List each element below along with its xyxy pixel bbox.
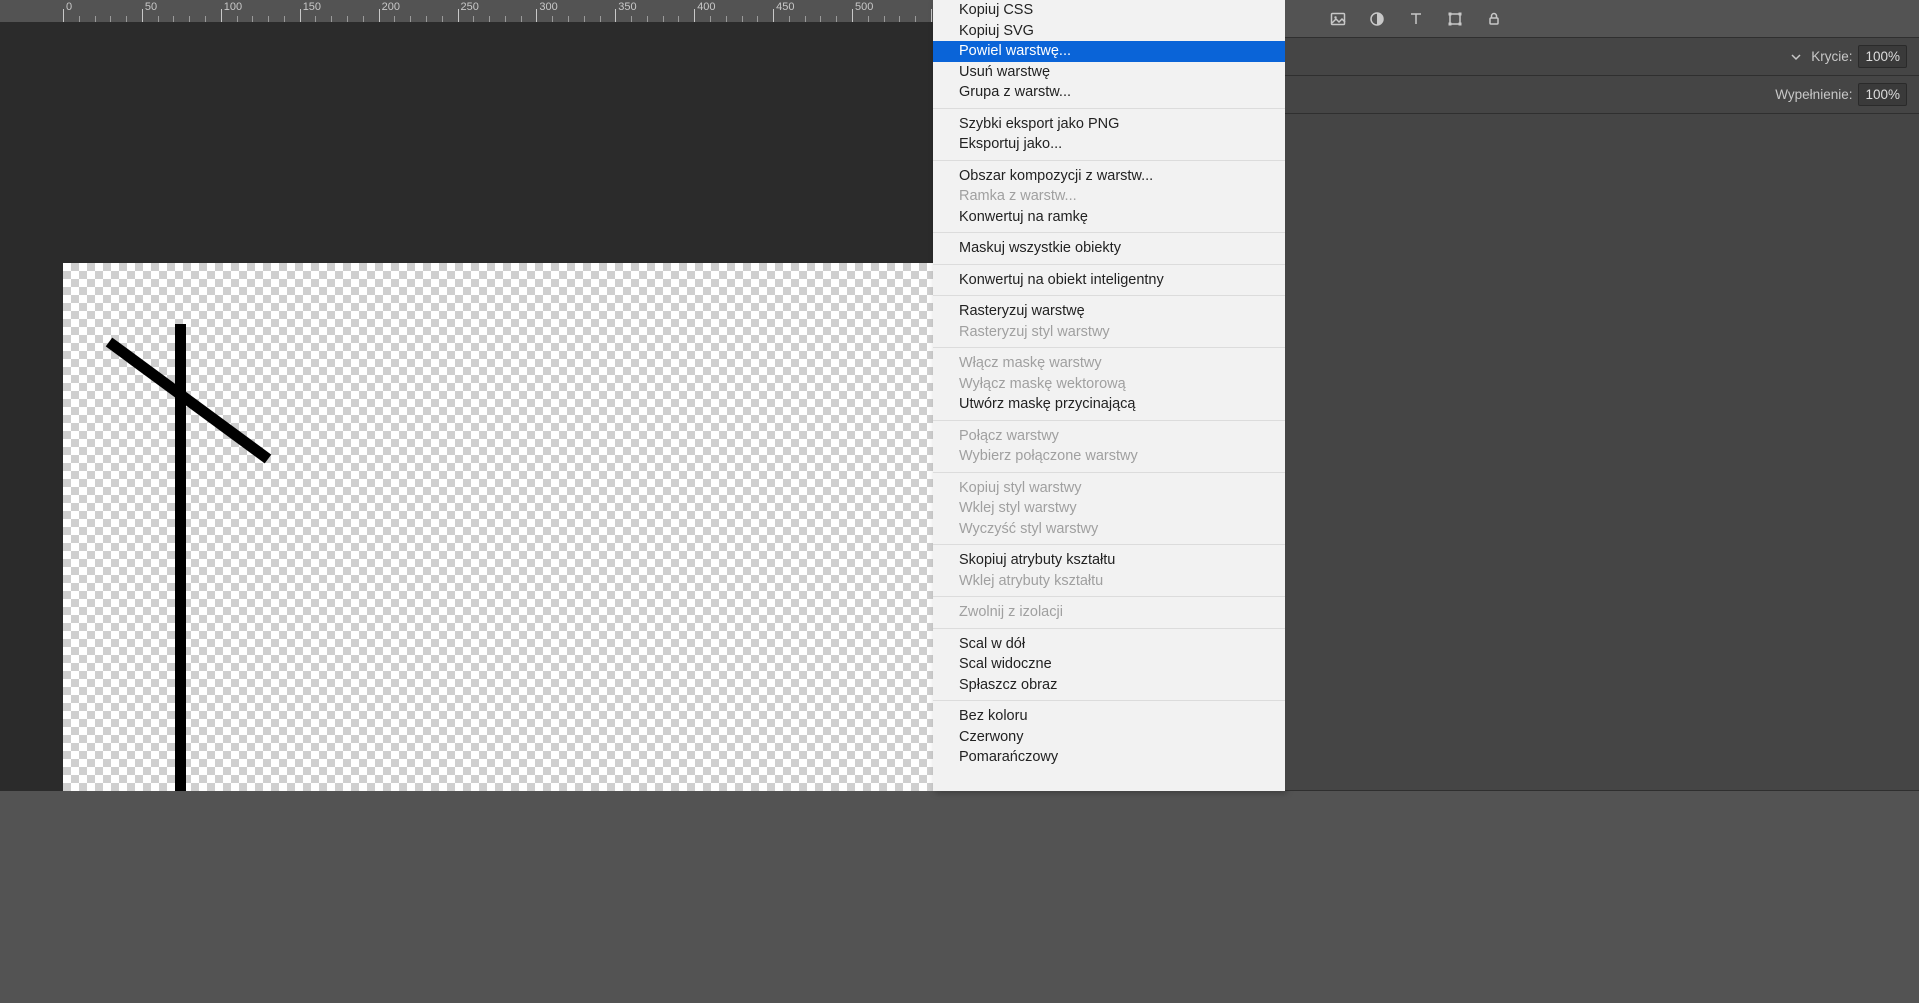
menu-separator [933, 420, 1285, 421]
layer-context-menu[interactable]: Kopiuj CSSKopiuj SVGPowiel warstwę...Usu… [933, 0, 1285, 791]
ruler-major-tick [379, 9, 380, 22]
ruler-label: 100 [224, 1, 242, 13]
ruler-major-tick [931, 9, 932, 22]
fill-value[interactable]: 100% [1858, 83, 1907, 106]
ruler-major-tick [694, 9, 695, 22]
ruler-major-tick [615, 9, 616, 22]
menu-item[interactable]: Bez koloru [933, 706, 1285, 727]
ruler-label: 50 [145, 1, 157, 13]
ruler-major-tick [852, 9, 853, 22]
circle-half-icon[interactable] [1369, 11, 1385, 27]
ruler-label: 400 [697, 1, 715, 13]
ruler-label: 350 [618, 1, 636, 13]
menu-separator [933, 160, 1285, 161]
menu-item: Ramka z warstw... [933, 186, 1285, 207]
ruler-major-tick [458, 9, 459, 22]
menu-separator [933, 232, 1285, 233]
ruler-label: 0 [66, 1, 72, 13]
menu-item[interactable]: Utwórz maskę przycinającą [933, 394, 1285, 415]
ruler-major-tick [221, 9, 222, 22]
image-icon[interactable] [1330, 11, 1346, 27]
document-canvas[interactable] [63, 263, 933, 791]
menu-item: Kopiuj styl warstwy [933, 478, 1285, 499]
menu-item[interactable]: Kopiuj CSS [933, 0, 1285, 21]
menu-item: Wyłącz maskę wektorową [933, 374, 1285, 395]
ruler-major-tick [63, 9, 64, 22]
ruler-label: 150 [303, 1, 321, 13]
ruler-major-tick [773, 9, 774, 22]
transform-icon[interactable] [1447, 11, 1463, 27]
horizontal-ruler: 050100150200250300350400450500550 [0, 0, 933, 22]
blend-mode-dropdown-caret[interactable] [1788, 49, 1803, 64]
ruler-ticks: 050100150200250300350400450500550 [63, 0, 933, 22]
menu-item: Połącz warstwy [933, 426, 1285, 447]
menu-item[interactable]: Pomarańczowy [933, 747, 1285, 768]
menu-item: Wybierz połączone warstwy [933, 446, 1285, 467]
menu-item[interactable]: Obszar kompozycji z warstw... [933, 166, 1285, 187]
menu-separator [933, 544, 1285, 545]
drawn-shape [63, 263, 933, 791]
menu-separator [933, 596, 1285, 597]
menu-item[interactable]: Kopiuj SVG [933, 21, 1285, 42]
opacity-value[interactable]: 100% [1858, 45, 1907, 68]
menu-separator [933, 108, 1285, 109]
ruler-label: 250 [461, 1, 479, 13]
ruler-label: 500 [855, 1, 873, 13]
layers-panel: Krycie: 100% Wypełnienie: 100% [1285, 0, 1919, 791]
layers-list-area[interactable] [1285, 114, 1919, 791]
menu-item[interactable]: Scal w dół [933, 634, 1285, 655]
lock-icon[interactable] [1486, 11, 1502, 27]
menu-separator [933, 700, 1285, 701]
menu-item: Włącz maskę warstwy [933, 353, 1285, 374]
fill-label: Wypełnienie: [1775, 87, 1852, 102]
opacity-row: Krycie: 100% [1285, 38, 1919, 76]
ruler-major-tick [300, 9, 301, 22]
menu-item[interactable]: Rasteryzuj warstwę [933, 301, 1285, 322]
menu-item[interactable]: Powiel warstwę... [933, 41, 1285, 62]
menu-item[interactable]: Maskuj wszystkie obiekty [933, 238, 1285, 259]
menu-item[interactable]: Scal widoczne [933, 654, 1285, 675]
menu-item[interactable]: Konwertuj na ramkę [933, 207, 1285, 228]
menu-item[interactable]: Grupa z warstw... [933, 82, 1285, 103]
menu-separator [933, 628, 1285, 629]
menu-separator [933, 264, 1285, 265]
menu-item[interactable]: Konwertuj na obiekt inteligentny [933, 270, 1285, 291]
menu-item: Wklej atrybuty kształtu [933, 571, 1285, 592]
menu-item: Rasteryzuj styl warstwy [933, 322, 1285, 343]
menu-item[interactable]: Usuń warstwę [933, 62, 1285, 83]
text-icon[interactable] [1408, 11, 1424, 27]
ruler-major-tick [536, 9, 537, 22]
context-menu-list: Kopiuj CSSKopiuj SVGPowiel warstwę...Usu… [933, 0, 1285, 768]
menu-item[interactable]: Czerwony [933, 727, 1285, 748]
fill-row: Wypełnienie: 100% [1285, 76, 1919, 114]
ruler-label: 300 [539, 1, 557, 13]
menu-item[interactable]: Skopiuj atrybuty kształtu [933, 550, 1285, 571]
menu-item: Wklej styl warstwy [933, 498, 1285, 519]
menu-separator [933, 347, 1285, 348]
menu-separator [933, 295, 1285, 296]
menu-item[interactable]: Szybki eksport jako PNG [933, 114, 1285, 135]
menu-separator [933, 472, 1285, 473]
ruler-label: 450 [776, 1, 794, 13]
canvas-pasteboard [0, 22, 933, 263]
ruler-label: 200 [382, 1, 400, 13]
menu-item[interactable]: Spłaszcz obraz [933, 675, 1285, 696]
menu-item[interactable]: Eksportuj jako... [933, 134, 1285, 155]
menu-item: Zwolnij z izolacji [933, 602, 1285, 623]
ruler-major-tick [142, 9, 143, 22]
opacity-label: Krycie: [1811, 49, 1852, 64]
panel-icon-row [1285, 0, 1919, 38]
canvas-pasteboard-left [0, 263, 63, 791]
menu-item: Wyczyść styl warstwy [933, 519, 1285, 540]
